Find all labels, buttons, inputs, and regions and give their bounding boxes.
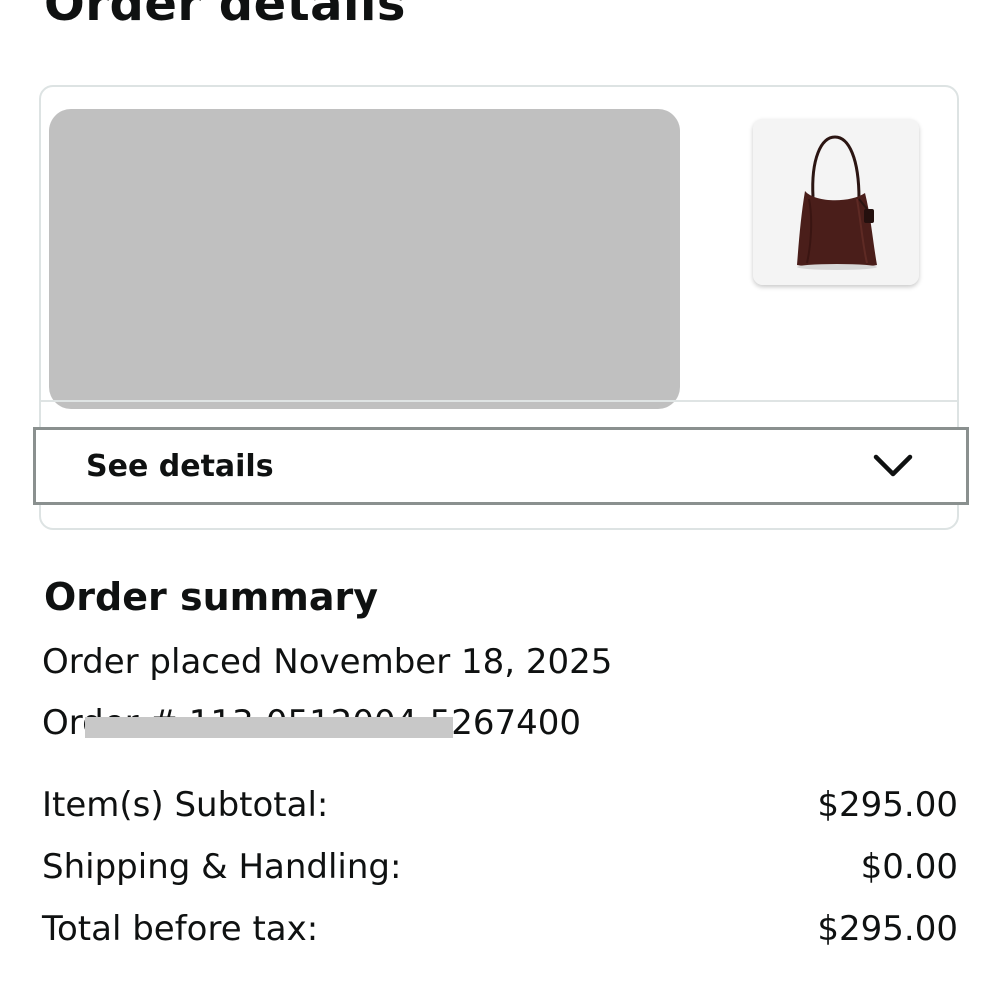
order-number-redaction bbox=[85, 717, 453, 738]
see-details-button[interactable]: See details bbox=[33, 427, 969, 505]
chevron-down-icon bbox=[873, 454, 913, 477]
order-placed-date: Order placed November 18, 2025 bbox=[42, 642, 613, 682]
shipping-value: $0.00 bbox=[860, 847, 958, 887]
page-title: Order details bbox=[44, 0, 406, 32]
shipping-label: Shipping & Handling: bbox=[42, 847, 402, 887]
card-divider bbox=[41, 400, 957, 402]
order-number-text-wrap: Order # 113-0512004-5267400 bbox=[42, 702, 581, 744]
redacted-shipment-info bbox=[49, 109, 680, 409]
price-row-total-before-tax: Total before tax: $295.00 bbox=[42, 908, 958, 950]
order-details-page: Order details See details Order summary … bbox=[0, 0, 1000, 1000]
subtotal-value: $295.00 bbox=[817, 785, 958, 825]
order-summary-title: Order summary bbox=[44, 575, 379, 619]
total-before-tax-label: Total before tax: bbox=[42, 909, 319, 949]
handbag-icon bbox=[753, 119, 919, 285]
total-before-tax-value: $295.00 bbox=[817, 909, 958, 949]
see-details-label: See details bbox=[86, 449, 274, 484]
price-row-shipping: Shipping & Handling: $0.00 bbox=[42, 846, 958, 888]
price-row-subtotal: Item(s) Subtotal: $295.00 bbox=[42, 784, 958, 826]
subtotal-label: Item(s) Subtotal: bbox=[42, 785, 329, 825]
product-image[interactable] bbox=[753, 119, 919, 285]
order-number-line: Order # 113-0512004-5267400 bbox=[42, 702, 581, 744]
